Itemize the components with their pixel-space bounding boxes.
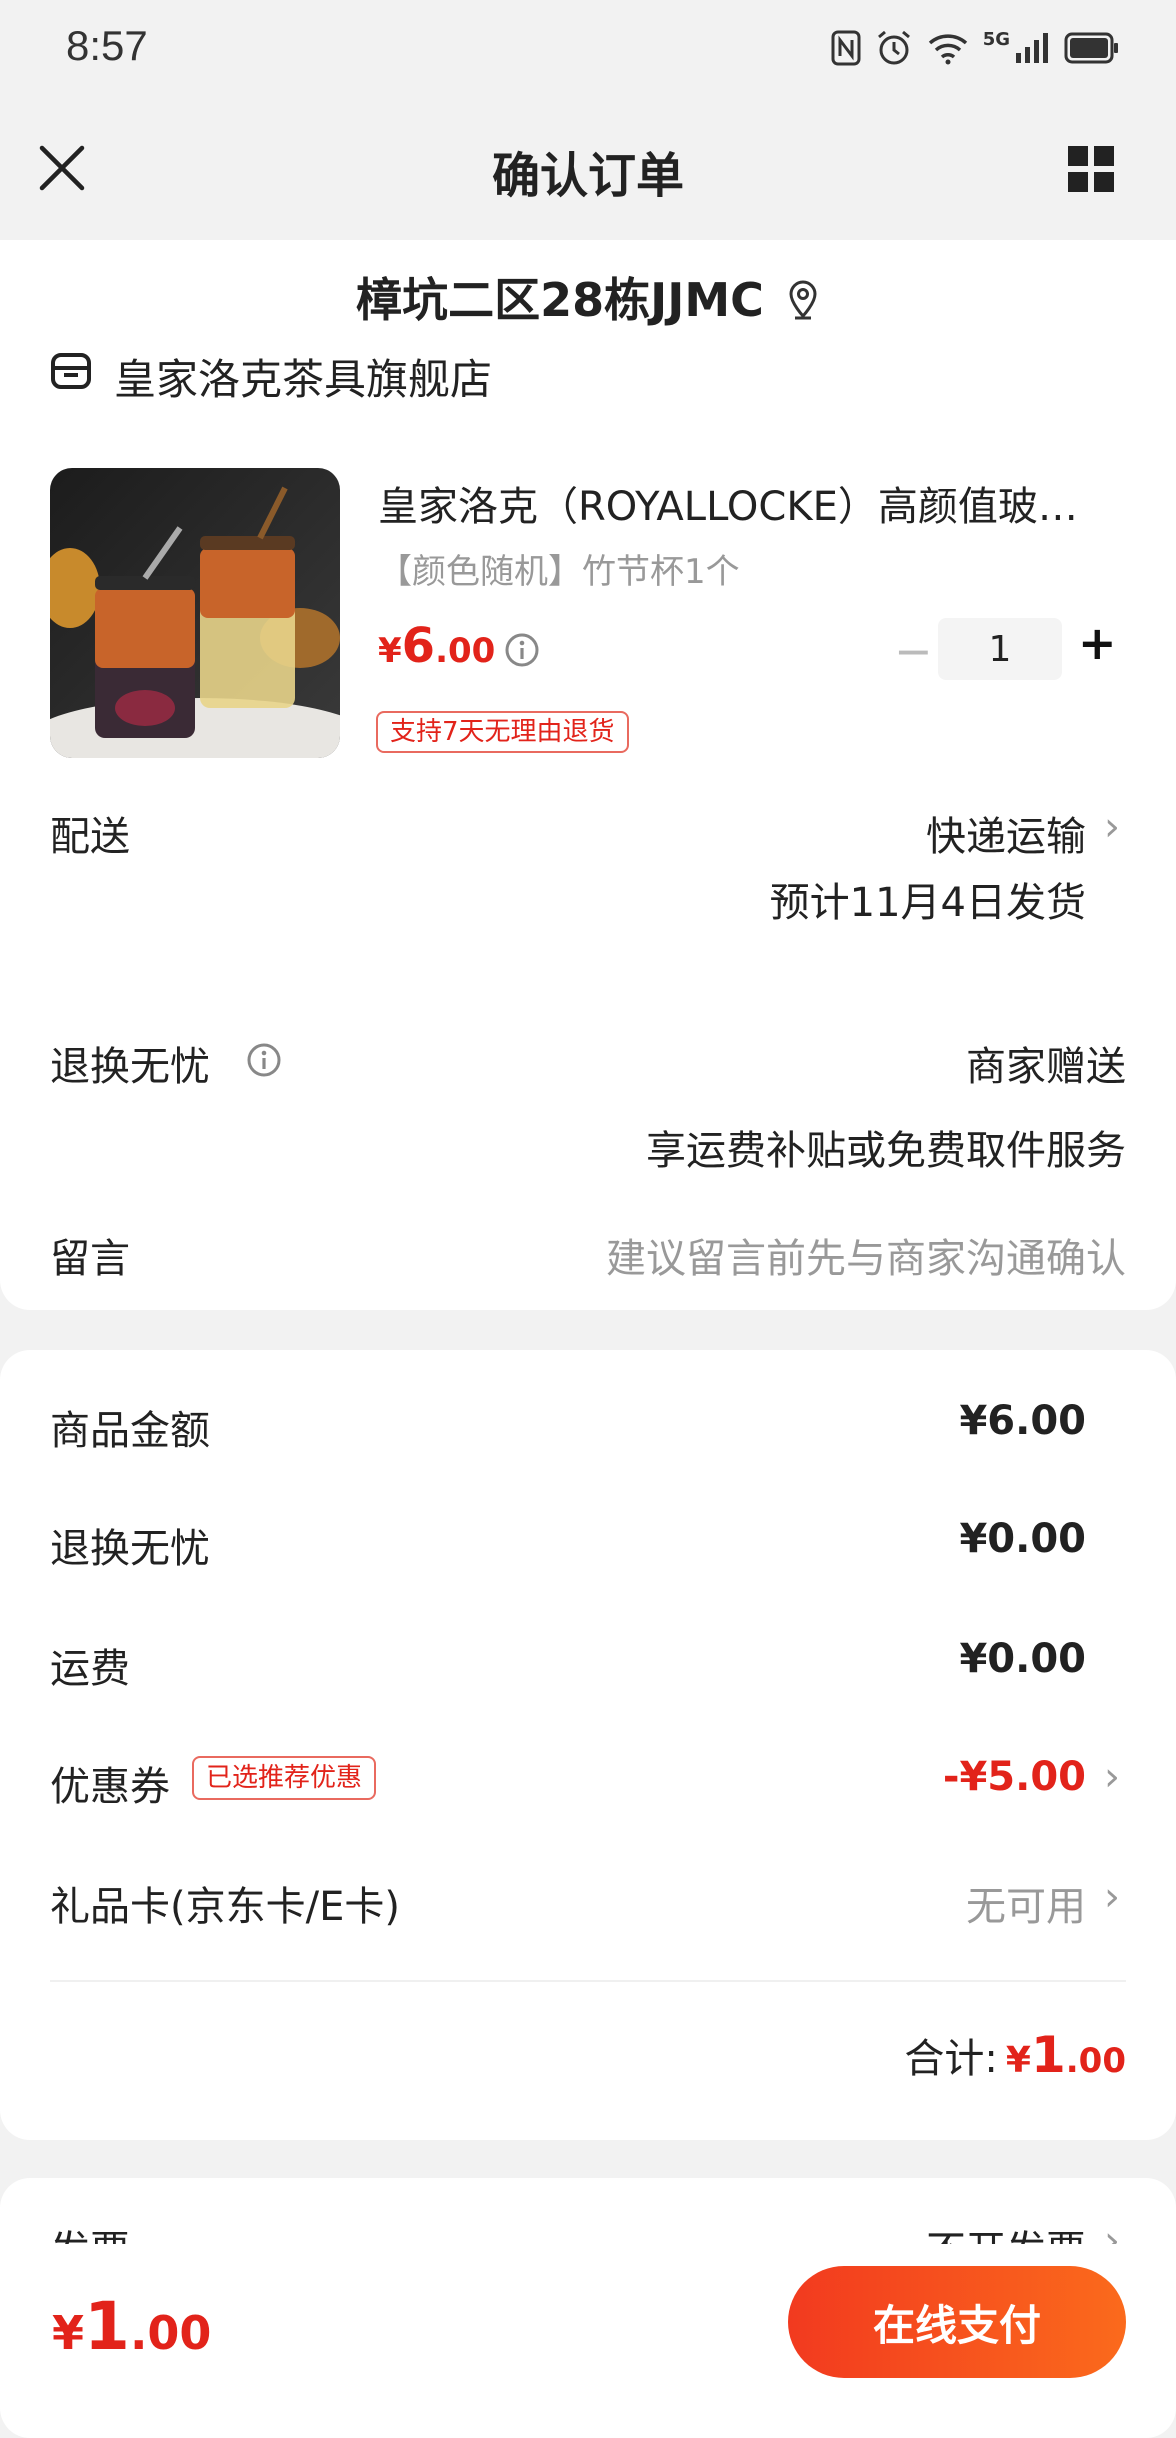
checkout-currency: ¥ [52,2306,85,2360]
checkout-decimal: .00 [129,2306,212,2360]
coupon-label: 优惠券 [50,1764,170,1810]
total-currency: ¥ [1005,2040,1031,2081]
worry-free-info-icon[interactable] [246,1042,282,1078]
goods-amount-value: ¥6.00 [959,1398,1086,1444]
alarm-icon [877,30,910,65]
worry-free-fee-value: ¥0.00 [959,1516,1086,1562]
gift-card-label: 礼品卡(京东卡/E卡) [50,1884,400,1930]
checkout-integer: 1 [84,2288,130,2365]
coupon-badge: 已选推荐优惠 [192,1756,377,1800]
battery-icon [1064,32,1118,64]
message-input[interactable]: 建议留言前先与商家沟通确认 [606,1226,1126,1284]
delivery-method[interactable]: 快递运输 [926,804,1086,862]
delivery-chevron-icon[interactable]: › [1104,804,1120,850]
price-currency: ¥ [378,631,402,671]
grid-icon [1068,146,1114,192]
network-label: 5G [982,28,1010,50]
shipping-value: ¥0.00 [959,1636,1086,1682]
coupon-chevron-icon[interactable]: › [1104,1754,1120,1800]
price-info-icon[interactable] [504,632,540,668]
quantity-decrease-button[interactable]: − [894,624,933,678]
status-time: 8:57 [66,22,148,69]
shop-icon [50,350,92,392]
worry-free-fee-label: 退换无忧 [50,1526,210,1572]
address-text: 樟坑二区28栋JJMC [356,273,764,327]
coupon-value[interactable]: -¥5.00 [943,1754,1086,1800]
total-row: 合计: ¥1.00 [904,2026,1126,2084]
quantity-input[interactable]: 1 [938,618,1062,680]
product-title[interactable]: 皇家洛克（ROYALLOCKE）高颜值玻… [378,474,1130,532]
price-decimal: .00 [435,631,496,671]
shipping-label: 运费 [50,1646,130,1692]
total-label: 合计: [904,2036,998,2082]
goods-amount-label: 商品金额 [50,1408,210,1454]
total-decimal: .00 [1065,2041,1126,2081]
return-policy-badge: 支持7天无理由退货 [376,711,629,753]
address-line[interactable]: 樟坑二区28栋JJMC [0,264,1176,330]
divider [50,1980,1126,1982]
gift-card-chevron-icon[interactable]: › [1104,1874,1120,1920]
pay-online-button[interactable]: 在线支付 [788,2266,1126,2378]
worry-free-label: 退换无忧 [50,1044,210,1090]
gift-card-value[interactable]: 无可用 [966,1874,1086,1932]
status-icons: 5G [831,24,1120,72]
worry-free-value: 商家赠送 [966,1044,1126,1090]
signal-icon [1016,33,1048,63]
nfc-icon [831,30,861,66]
quantity-increase-button[interactable]: + [1078,616,1117,670]
menu-button[interactable] [1066,144,1116,194]
wifi-icon [928,34,967,65]
shop-name[interactable]: 皇家洛克茶具旗舰店 [114,346,492,407]
price-integer: 6 [401,618,436,674]
message-label: 留言 [50,1236,130,1282]
worry-free-sub: 享运费补贴或免费取件服务 [646,1128,1126,1174]
product-price: ¥6.00 [378,618,495,674]
total-integer: 1 [1030,2026,1066,2084]
delivery-label: 配送 [50,814,130,860]
product-image[interactable] [50,468,340,758]
location-pin-icon [789,280,817,320]
checkout-total: ¥1.00 [52,2288,211,2365]
delivery-estimate: 预计11月4日发货 [769,880,1086,926]
product-spec[interactable]: 【颜色随机】竹节杯1个 [378,544,740,593]
page-title: 确认订单 [491,148,684,204]
price-summary-card [0,1350,1176,2140]
